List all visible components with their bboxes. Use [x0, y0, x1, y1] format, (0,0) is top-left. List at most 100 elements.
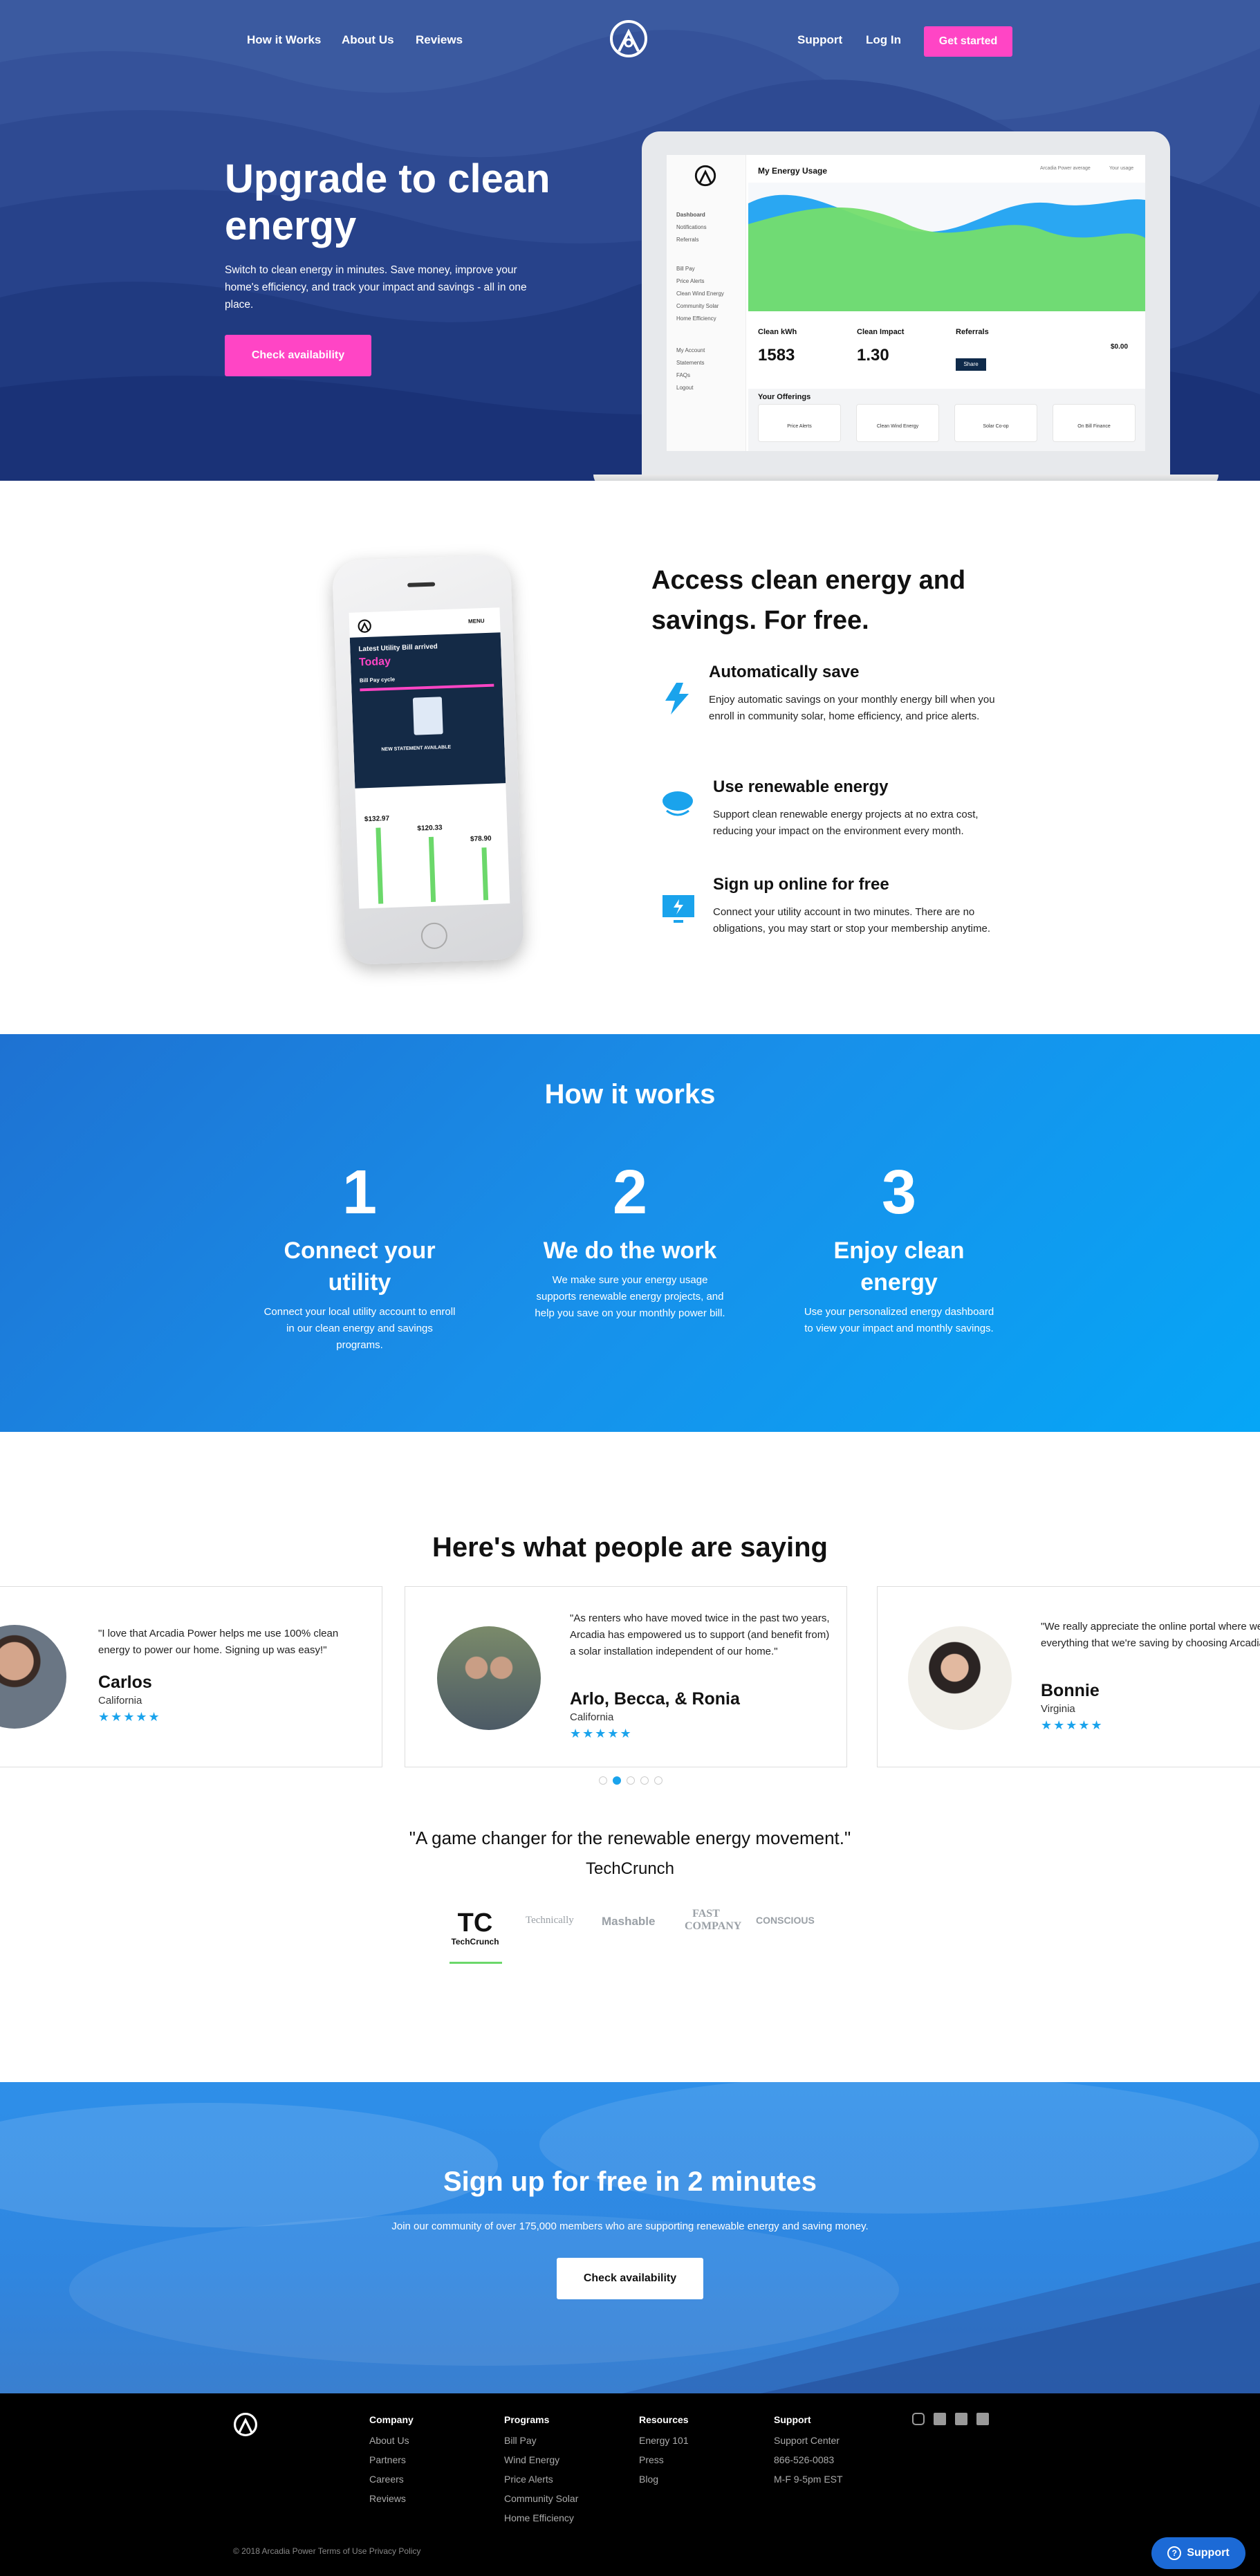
footer-logo-icon[interactable]	[233, 2412, 258, 2437]
how-title: How it works	[544, 1079, 716, 1110]
cta-check-availability-button[interactable]: Check availability	[557, 2258, 703, 2299]
stat-clean-impact: Clean Impact 1.30	[857, 328, 905, 365]
linkedin-icon[interactable]	[976, 2413, 989, 2425]
hero-subtitle: Switch to clean energy in minutes. Save …	[225, 264, 527, 311]
sidebar-item-efficiency[interactable]: Home Efficiency	[676, 315, 716, 322]
avatar	[437, 1626, 541, 1730]
step-3-number: 3	[881, 1158, 917, 1227]
dashboard-sidebar: Dashboard Notifications Referrals Bill P…	[667, 155, 746, 451]
testimonial-card-carlos: "I love that Arcadia Power helps me use …	[0, 1586, 382, 1767]
support-chat-button[interactable]: ? Support	[1151, 2537, 1245, 2569]
legend-usage: Your usage	[1109, 166, 1134, 171]
testimonial-quote: "I love that Arcadia Power helps me use …	[98, 1628, 339, 1656]
step-2-title: We do the work	[543, 1238, 717, 1264]
lightning-icon	[665, 683, 689, 715]
sidebar-item-solar[interactable]: Community Solar	[676, 303, 719, 309]
footer-phone[interactable]: 866-526-0083	[774, 2454, 834, 2465]
phone-bar-2-label: $120.33	[417, 824, 443, 833]
sidebar-item-statements[interactable]: Statements	[676, 360, 704, 366]
feature-2-title: Use renewable energy	[713, 778, 889, 796]
laptop-base	[593, 475, 1219, 481]
phone-menu[interactable]: MENU	[468, 618, 485, 625]
feature-3-text: Connect your utility account in two minu…	[713, 906, 991, 935]
sky-solar-background	[0, 2082, 1260, 2393]
signup-cta-section: Sign up for free in 2 minutes Join our c…	[0, 2082, 1260, 2393]
offering-finance[interactable]: On Bill Finance	[1053, 404, 1136, 442]
footer-link-careers[interactable]: Careers	[369, 2474, 404, 2485]
how-it-works-section: How it works 1 Connect your utility Conn…	[0, 1034, 1260, 1432]
dashboard-title: My Energy Usage	[758, 166, 828, 176]
step-2-text: We make sure your energy usage supports …	[535, 1274, 725, 1319]
testimonial-name: Bonnie	[1041, 1681, 1100, 1700]
nav-about-us[interactable]: About Us	[342, 33, 394, 47]
access-section	[0, 481, 1260, 1034]
footer-hours: M-F 9-5pm EST	[774, 2474, 843, 2485]
logo-technically[interactable]: Technically	[526, 1915, 574, 1926]
carousel-dot-4[interactable]	[640, 1776, 649, 1785]
nav-log-in[interactable]: Log In	[866, 33, 901, 47]
press-quote: "A game changer for the renewable energy…	[409, 1828, 851, 1848]
computer-icon	[663, 895, 694, 923]
offering-solar[interactable]: Solar Co-op	[954, 404, 1037, 442]
footer-programs-title: Programs	[504, 2414, 550, 2425]
footer-link-about[interactable]: About Us	[369, 2435, 409, 2446]
footer-link-energy-101[interactable]: Energy 101	[639, 2435, 689, 2446]
logo-fast-company[interactable]: FAST COMPANY	[685, 1908, 741, 1933]
arcadia-logo[interactable]	[609, 19, 648, 58]
twitter-icon[interactable]	[955, 2413, 967, 2425]
footer-link-support-center[interactable]: Support Center	[774, 2435, 840, 2446]
sidebar-item-account[interactable]: My Account	[676, 347, 705, 353]
carousel-dot-1[interactable]	[599, 1776, 607, 1785]
carousel-dot-3[interactable]	[627, 1776, 635, 1785]
step-3-title: Enjoy clean energy	[833, 1238, 965, 1296]
footer-link-solar[interactable]: Community Solar	[504, 2493, 578, 2504]
help-icon: ?	[1167, 2546, 1182, 2560]
stat-clean-kwh-value: 1583	[758, 346, 795, 365]
get-started-button[interactable]: Get started	[924, 26, 1012, 57]
access-title: Access clean energy and savings. For fre…	[651, 566, 966, 635]
check-availability-button[interactable]: Check availability	[225, 335, 371, 376]
footer-link-press[interactable]: Press	[639, 2454, 664, 2465]
feature-3-title: Sign up online for free	[713, 875, 889, 894]
footer-link-wind[interactable]: Wind Energy	[504, 2454, 559, 2465]
step-1-title: Connect your utility	[284, 1238, 436, 1296]
hero-section: How it Works About Us Reviews Support Lo…	[0, 0, 1260, 481]
nav-how-it-works[interactable]: How it Works	[247, 33, 321, 47]
sidebar-item-notifications[interactable]: Notifications	[676, 224, 707, 230]
footer-company-title: Company	[369, 2414, 414, 2425]
carousel-dot-2[interactable]	[613, 1776, 621, 1785]
footer-link-bill-pay[interactable]: Bill Pay	[504, 2435, 537, 2446]
sidebar-item-wind[interactable]: Clean Wind Energy	[676, 291, 724, 297]
footer-link-blog[interactable]: Blog	[639, 2474, 658, 2485]
sidebar-item-referrals[interactable]: Referrals	[676, 237, 698, 243]
offering-wind[interactable]: Clean Wind Energy	[856, 404, 939, 442]
testimonial-state: Virginia	[1041, 1703, 1075, 1715]
sidebar-item-logout[interactable]: Logout	[676, 385, 693, 391]
usage-area-chart	[748, 183, 1145, 311]
copyright: © 2018 Arcadia Power Terms of Use Privac…	[233, 2546, 421, 2556]
dashboard-screenshot: Dashboard Notifications Referrals Bill P…	[667, 155, 1145, 451]
testimonial-quote: "We really appreciate the online portal …	[1041, 1621, 1260, 1649]
cta-title: Sign up for free in 2 minutes	[443, 2166, 817, 2197]
logo-conscious[interactable]: CONSCIOUS	[756, 1915, 815, 1926]
facebook-icon[interactable]	[934, 2413, 946, 2425]
instagram-icon[interactable]	[912, 2413, 925, 2425]
sidebar-item-price-alerts[interactable]: Price Alerts	[676, 278, 704, 284]
footer-link-price-alerts[interactable]: Price Alerts	[504, 2474, 553, 2485]
phone-mockup: MENU Latest Utility Bill arrived Today B…	[331, 554, 525, 966]
footer-link-partners[interactable]: Partners	[369, 2454, 406, 2465]
sidebar-item-faqs[interactable]: FAQs	[676, 372, 690, 378]
sidebar-item-bill-pay[interactable]: Bill Pay	[676, 266, 695, 272]
carousel-dot-5[interactable]	[654, 1776, 663, 1785]
footer-link-efficiency[interactable]: Home Efficiency	[504, 2512, 574, 2523]
logo-techcrunch[interactable]: TC TechCrunch	[451, 1909, 499, 1947]
sidebar-item-dashboard[interactable]: Dashboard	[676, 212, 705, 218]
offering-price-alerts[interactable]: Price Alerts	[758, 404, 841, 442]
share-button[interactable]: Share	[956, 358, 986, 371]
nav-support[interactable]: Support	[797, 33, 842, 47]
sidebar-logo-icon	[694, 165, 716, 187]
nav-reviews[interactable]: Reviews	[416, 33, 463, 47]
footer-support-title: Support	[774, 2414, 811, 2425]
footer-link-reviews[interactable]: Reviews	[369, 2493, 406, 2504]
logo-mashable[interactable]: Mashable	[602, 1915, 655, 1929]
